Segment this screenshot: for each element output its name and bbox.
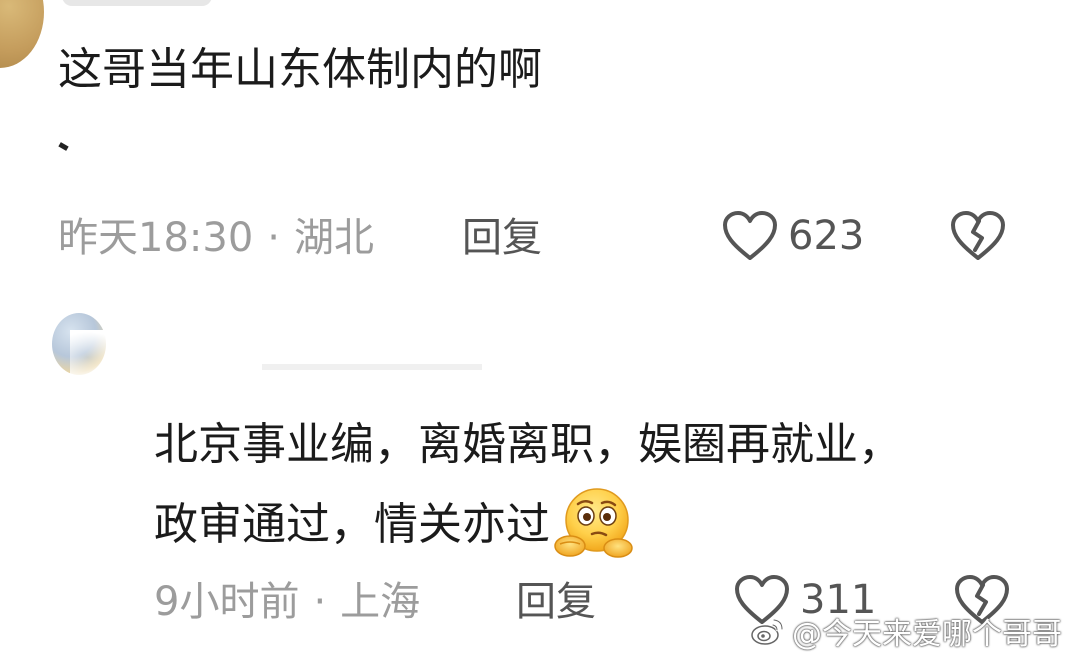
avatar-fade [70, 330, 130, 385]
weibo-watermark: @今天来爱哪个哥哥 [750, 609, 1062, 653]
location: 上海 [340, 579, 421, 625]
comment-text: 北京事业编，离婚离职，娱圈再就业， 政审通过，情关亦过 [154, 405, 1054, 565]
avatar[interactable] [0, 0, 44, 68]
comment-meta: 昨天18:30 · 湖北 [58, 214, 374, 262]
comment-line: 北京事业编，离婚离职，娱圈再就业， [154, 419, 902, 470]
heart-icon [723, 211, 777, 260]
timestamp: 9小时前 [154, 579, 300, 625]
reply-button[interactable]: 回复 [462, 214, 542, 262]
dislike-button[interactable] [950, 210, 1006, 266]
comment-line: 政审通过，情关亦过 [154, 499, 550, 550]
watermark-text: @今天来爱哪个哥哥 [792, 617, 1062, 652]
thinking-face-emoji-icon [554, 488, 633, 558]
text-fragment [58, 142, 69, 151]
like-button[interactable]: 623 [722, 210, 864, 262]
username[interactable] [262, 364, 482, 370]
comment-meta: 9小时前 · 上海 [154, 578, 420, 626]
timestamp: 昨天18:30 [58, 215, 254, 261]
reply-button[interactable]: 回复 [516, 578, 596, 626]
separator: · [267, 215, 280, 261]
weibo-logo-icon [751, 618, 784, 645]
comment-line-with-emoji: 政审通过，情关亦过 [154, 485, 1054, 565]
comment-text: 这哥当年山东体制内的啊 [58, 44, 542, 95]
username[interactable] [62, 0, 212, 6]
like-count: 623 [788, 213, 865, 259]
broken-heart-icon [951, 211, 1005, 260]
location: 湖北 [294, 215, 374, 261]
separator: · [313, 579, 327, 625]
